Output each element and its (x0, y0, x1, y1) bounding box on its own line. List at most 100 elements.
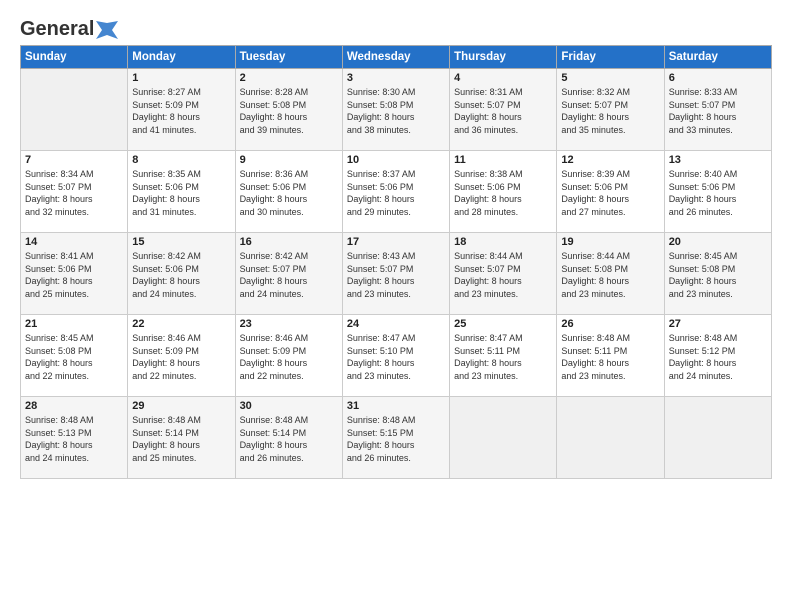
cell-info: Sunrise: 8:32 AM Sunset: 5:07 PM Dayligh… (561, 86, 659, 136)
calendar-cell: 2 Sunrise: 8:28 AM Sunset: 5:08 PM Daylig… (235, 69, 342, 151)
cell-info: Sunrise: 8:45 AM Sunset: 5:08 PM Dayligh… (669, 250, 767, 300)
day-number: 1 (132, 72, 230, 84)
calendar-week-row: 21 Sunrise: 8:45 AM Sunset: 5:08 PM Dayli… (21, 315, 772, 397)
calendar-week-row: 28 Sunrise: 8:48 AM Sunset: 5:13 PM Dayli… (21, 397, 772, 479)
day-header-saturday: Saturday (664, 46, 771, 69)
calendar-cell: 4Sunrise: 8:31 AM Sunset: 5:07 PM Daylig… (450, 69, 557, 151)
day-number: 28 (25, 400, 123, 412)
cell-info: Sunrise: 8:47 AM Sunset: 5:10 PM Dayligh… (347, 332, 445, 382)
calendar-cell: 28 Sunrise: 8:48 AM Sunset: 5:13 PM Dayli… (21, 397, 128, 479)
cell-info: Sunrise: 8:37 AM Sunset: 5:06 PM Dayligh… (347, 168, 445, 218)
logo-general: General (20, 18, 94, 41)
cell-info: Sunrise: 8:44 AM Sunset: 5:08 PM Dayligh… (561, 250, 659, 300)
calendar-cell: 14 Sunrise: 8:41 AM Sunset: 5:06 PM Dayli… (21, 233, 128, 315)
day-number: 11 (454, 154, 552, 166)
day-number: 12 (561, 154, 659, 166)
cell-info: Sunrise: 8:30 AM Sunset: 5:08 PM Dayligh… (347, 86, 445, 136)
day-number: 23 (240, 318, 338, 330)
cell-info: Sunrise: 8:35 AM Sunset: 5:06 PM Dayligh… (132, 168, 230, 218)
calendar-cell: 11 Sunrise: 8:38 AM Sunset: 5:06 PM Dayli… (450, 151, 557, 233)
cell-info: Sunrise: 8:42 AM Sunset: 5:06 PM Dayligh… (132, 250, 230, 300)
calendar-cell: 22 Sunrise: 8:46 AM Sunset: 5:09 PM Dayli… (128, 315, 235, 397)
calendar-week-row: 7 Sunrise: 8:34 AM Sunset: 5:07 PM Daylig… (21, 151, 772, 233)
calendar-cell (664, 397, 771, 479)
day-number: 21 (25, 318, 123, 330)
calendar-cell: 19Sunrise: 8:44 AM Sunset: 5:08 PM Dayli… (557, 233, 664, 315)
cell-info: Sunrise: 8:33 AM Sunset: 5:07 PM Dayligh… (669, 86, 767, 136)
calendar-cell: 1 Sunrise: 8:27 AM Sunset: 5:09 PM Daylig… (128, 69, 235, 151)
day-number: 26 (561, 318, 659, 330)
day-number: 27 (669, 318, 767, 330)
logo: General (20, 18, 118, 37)
calendar-cell: 29 Sunrise: 8:48 AM Sunset: 5:14 PM Dayli… (128, 397, 235, 479)
day-number: 24 (347, 318, 445, 330)
cell-info: Sunrise: 8:46 AM Sunset: 5:09 PM Dayligh… (132, 332, 230, 382)
day-header-monday: Monday (128, 46, 235, 69)
calendar-cell: 18Sunrise: 8:44 AM Sunset: 5:07 PM Dayli… (450, 233, 557, 315)
calendar-cell: 24 Sunrise: 8:47 AM Sunset: 5:10 PM Dayli… (342, 315, 449, 397)
calendar-week-row: 14 Sunrise: 8:41 AM Sunset: 5:06 PM Dayli… (21, 233, 772, 315)
cell-info: Sunrise: 8:48 AM Sunset: 5:14 PM Dayligh… (132, 414, 230, 464)
calendar-cell: 21 Sunrise: 8:45 AM Sunset: 5:08 PM Dayli… (21, 315, 128, 397)
days-header-row: SundayMondayTuesdayWednesdayThursdayFrid… (21, 46, 772, 69)
calendar-cell: 26 Sunrise: 8:48 AM Sunset: 5:11 PM Dayli… (557, 315, 664, 397)
day-number: 18 (454, 236, 552, 248)
day-number: 22 (132, 318, 230, 330)
cell-info: Sunrise: 8:48 AM Sunset: 5:12 PM Dayligh… (669, 332, 767, 382)
day-number: 10 (347, 154, 445, 166)
cell-info: Sunrise: 8:28 AM Sunset: 5:08 PM Dayligh… (240, 86, 338, 136)
day-header-thursday: Thursday (450, 46, 557, 69)
day-number: 20 (669, 236, 767, 248)
cell-info: Sunrise: 8:48 AM Sunset: 5:13 PM Dayligh… (25, 414, 123, 464)
calendar-cell: 16Sunrise: 8:42 AM Sunset: 5:07 PM Dayli… (235, 233, 342, 315)
calendar-cell: 3 Sunrise: 8:30 AM Sunset: 5:08 PM Daylig… (342, 69, 449, 151)
day-number: 25 (454, 318, 552, 330)
calendar-cell (21, 69, 128, 151)
day-number: 17 (347, 236, 445, 248)
day-number: 6 (669, 72, 767, 84)
cell-info: Sunrise: 8:40 AM Sunset: 5:06 PM Dayligh… (669, 168, 767, 218)
calendar-header-row: SundayMondayTuesdayWednesdayThursdayFrid… (21, 46, 772, 69)
day-number: 30 (240, 400, 338, 412)
cell-info: Sunrise: 8:45 AM Sunset: 5:08 PM Dayligh… (25, 332, 123, 382)
calendar-header: General (20, 18, 772, 37)
calendar-page: General SundayMondayTuesdayWednesdayThur… (0, 0, 792, 612)
calendar-cell: 12 Sunrise: 8:39 AM Sunset: 5:06 PM Dayli… (557, 151, 664, 233)
cell-info: Sunrise: 8:48 AM Sunset: 5:11 PM Dayligh… (561, 332, 659, 382)
calendar-body: 1 Sunrise: 8:27 AM Sunset: 5:09 PM Daylig… (21, 69, 772, 479)
cell-info: Sunrise: 8:46 AM Sunset: 5:09 PM Dayligh… (240, 332, 338, 382)
calendar-cell: 8 Sunrise: 8:35 AM Sunset: 5:06 PM Daylig… (128, 151, 235, 233)
cell-info: Sunrise: 8:47 AM Sunset: 5:11 PM Dayligh… (454, 332, 552, 382)
day-number: 13 (669, 154, 767, 166)
calendar-cell: 31Sunrise: 8:48 AM Sunset: 5:15 PM Dayli… (342, 397, 449, 479)
calendar-cell: 7 Sunrise: 8:34 AM Sunset: 5:07 PM Daylig… (21, 151, 128, 233)
day-header-friday: Friday (557, 46, 664, 69)
calendar-cell: 23 Sunrise: 8:46 AM Sunset: 5:09 PM Dayli… (235, 315, 342, 397)
cell-info: Sunrise: 8:48 AM Sunset: 5:14 PM Dayligh… (240, 414, 338, 464)
calendar-week-row: 1 Sunrise: 8:27 AM Sunset: 5:09 PM Daylig… (21, 69, 772, 151)
day-number: 8 (132, 154, 230, 166)
cell-info: Sunrise: 8:38 AM Sunset: 5:06 PM Dayligh… (454, 168, 552, 218)
day-number: 7 (25, 154, 123, 166)
day-header-sunday: Sunday (21, 46, 128, 69)
day-number: 29 (132, 400, 230, 412)
calendar-cell (557, 397, 664, 479)
cell-info: Sunrise: 8:27 AM Sunset: 5:09 PM Dayligh… (132, 86, 230, 136)
calendar-cell: 27 Sunrise: 8:48 AM Sunset: 5:12 PM Dayli… (664, 315, 771, 397)
cell-info: Sunrise: 8:31 AM Sunset: 5:07 PM Dayligh… (454, 86, 552, 136)
calendar-cell: 9Sunrise: 8:36 AM Sunset: 5:06 PM Daylig… (235, 151, 342, 233)
cell-info: Sunrise: 8:34 AM Sunset: 5:07 PM Dayligh… (25, 168, 123, 218)
cell-info: Sunrise: 8:43 AM Sunset: 5:07 PM Dayligh… (347, 250, 445, 300)
calendar-cell: 5 Sunrise: 8:32 AM Sunset: 5:07 PM Daylig… (557, 69, 664, 151)
day-number: 2 (240, 72, 338, 84)
day-number: 14 (25, 236, 123, 248)
calendar-cell: 13 Sunrise: 8:40 AM Sunset: 5:06 PM Dayli… (664, 151, 771, 233)
cell-info: Sunrise: 8:39 AM Sunset: 5:06 PM Dayligh… (561, 168, 659, 218)
calendar-cell: 17 Sunrise: 8:43 AM Sunset: 5:07 PM Dayli… (342, 233, 449, 315)
day-number: 3 (347, 72, 445, 84)
cell-info: Sunrise: 8:41 AM Sunset: 5:06 PM Dayligh… (25, 250, 123, 300)
day-number: 9 (240, 154, 338, 166)
cell-info: Sunrise: 8:42 AM Sunset: 5:07 PM Dayligh… (240, 250, 338, 300)
day-number: 31 (347, 400, 445, 412)
day-number: 5 (561, 72, 659, 84)
